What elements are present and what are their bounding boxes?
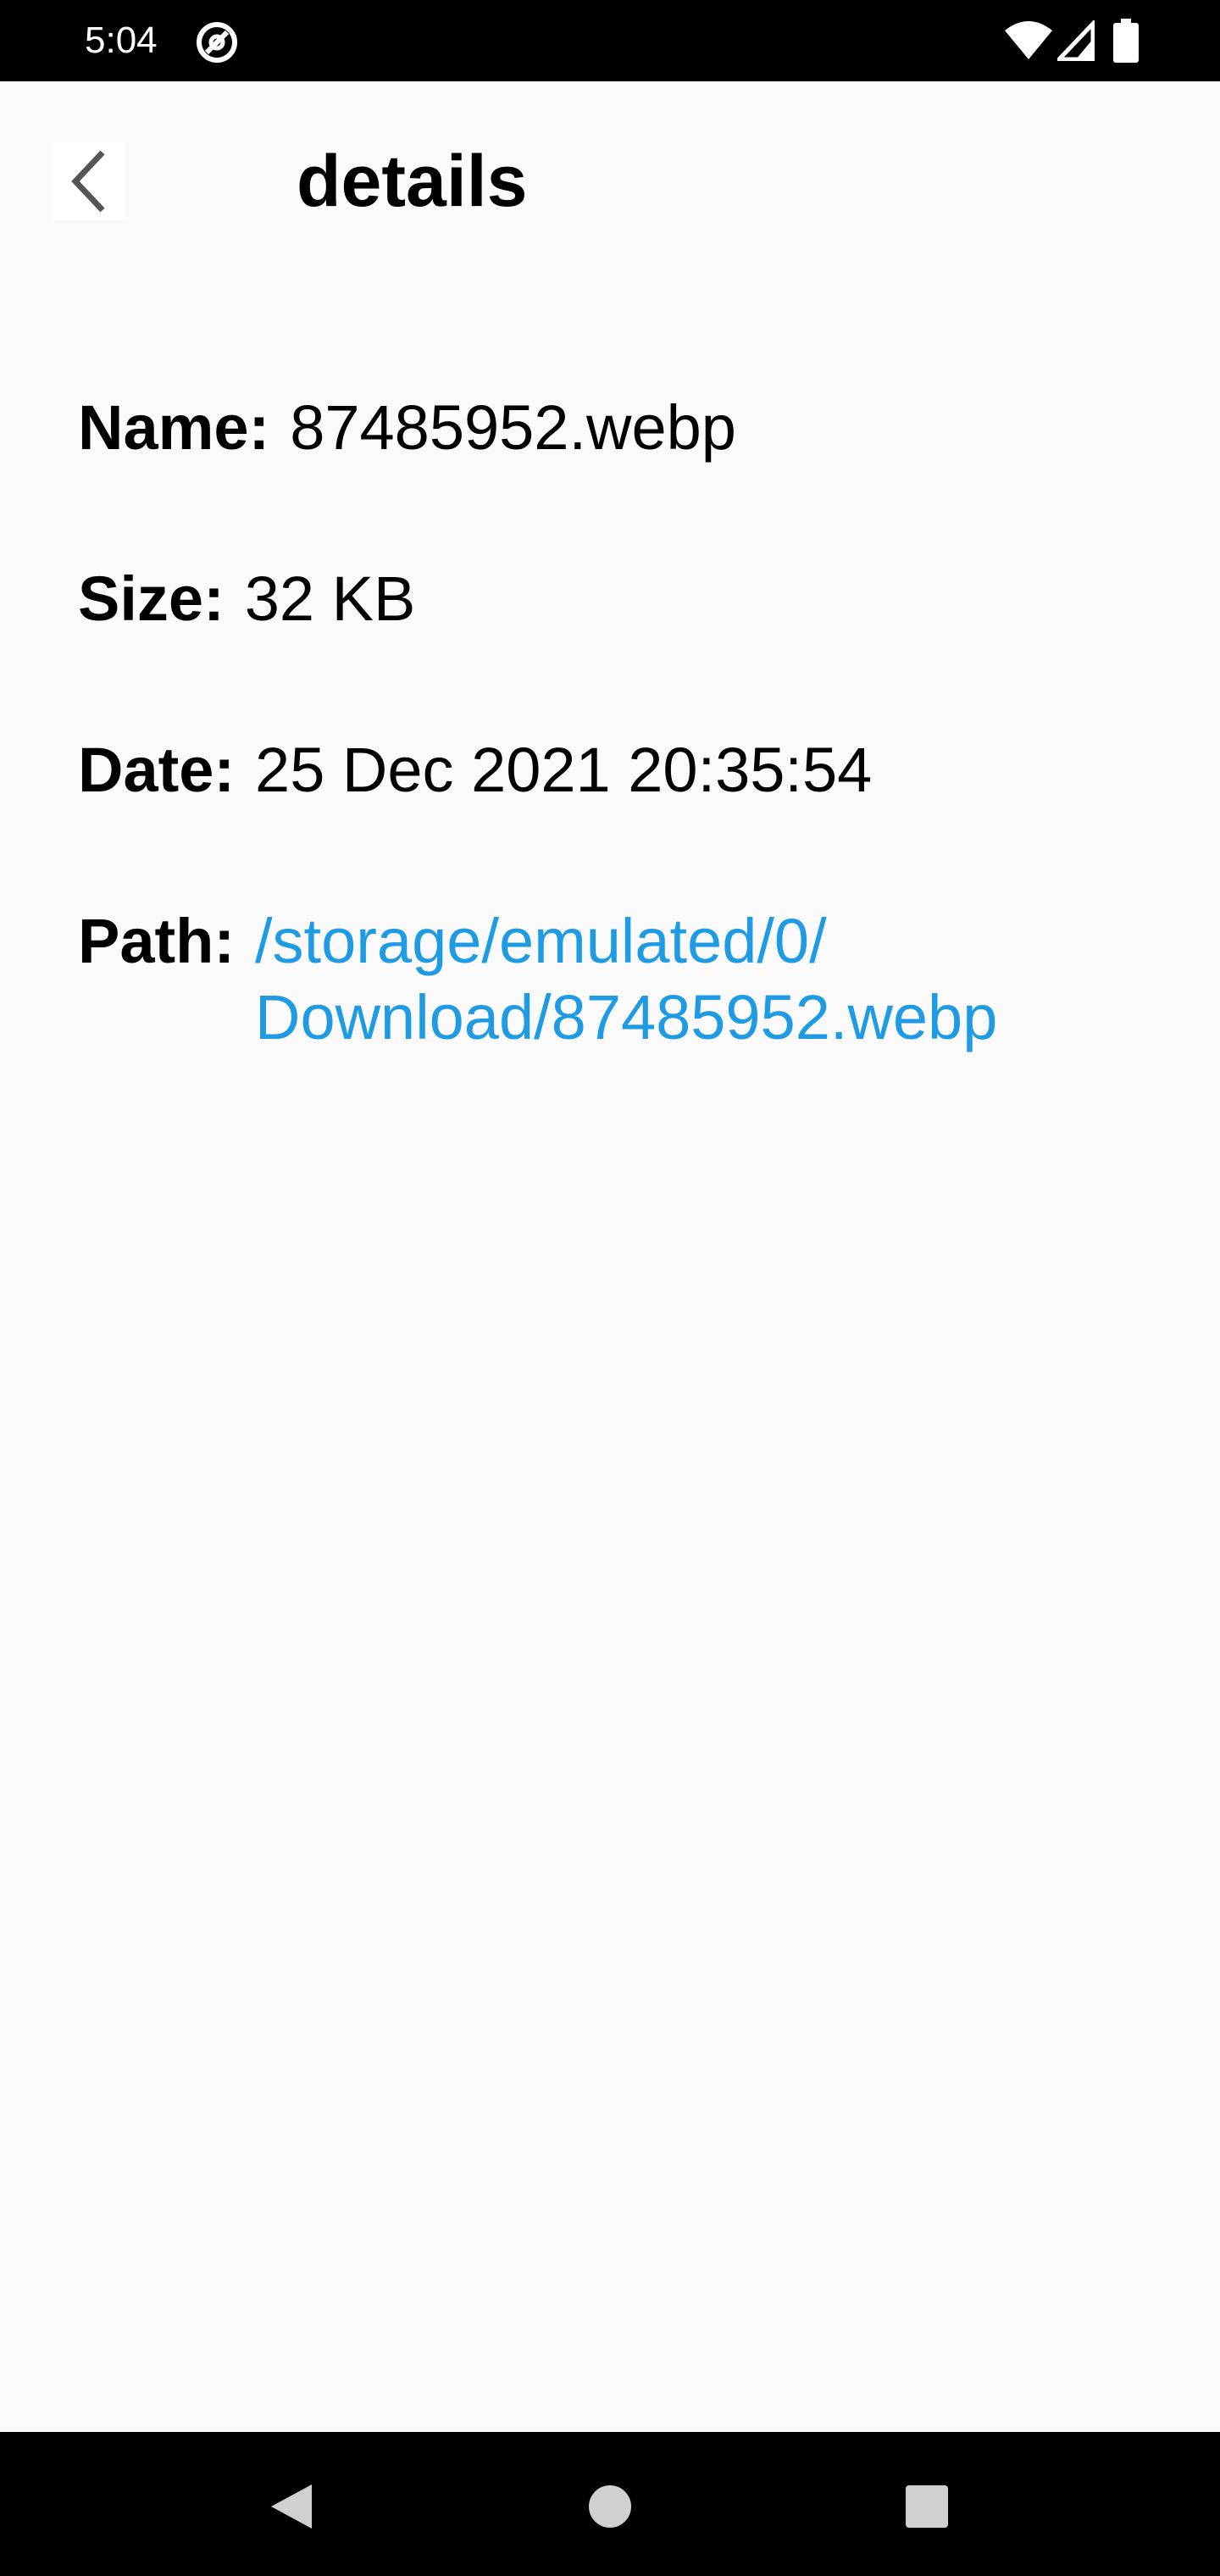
date-label: Date: [78, 735, 236, 805]
nav-back-icon [271, 2484, 312, 2529]
chevron-left-icon [71, 150, 105, 213]
battery-icon [1113, 19, 1139, 63]
path-label: Path: [78, 906, 235, 976]
wifi-icon [1005, 21, 1052, 59]
navigation-bar [0, 2432, 1220, 2576]
size-label: Size: [78, 564, 225, 634]
date-row: Date: 25 Dec 2021 20:35:54 [78, 732, 872, 808]
signal-icon [1057, 20, 1095, 61]
status-bar: 5:04 [0, 0, 1220, 81]
size-row: Size: 32 KB [78, 561, 415, 637]
path-row: Path: /storage/emulated/0/ Download/8748… [78, 903, 997, 1056]
date-value: 25 Dec 2021 20:35:54 [255, 735, 873, 805]
app-bar: details [0, 81, 1220, 278]
nav-home-icon [589, 2485, 631, 2528]
name-row: Name: 87485952.webp [78, 390, 736, 466]
path-link[interactable]: /storage/emulated/0/ Download/87485952.w… [255, 903, 997, 1056]
page-title: details [297, 141, 528, 222]
nav-recents-button[interactable] [895, 2474, 959, 2539]
app-notification-icon [197, 22, 237, 63]
back-button[interactable] [53, 142, 125, 220]
path-line-1: /storage/emulated/0/ [255, 906, 827, 976]
nav-recents-icon [906, 2485, 948, 2528]
path-line-2: Download/87485952.webp [255, 982, 998, 1052]
name-value: 87485952.webp [290, 392, 736, 463]
name-label: Name: [78, 392, 270, 463]
nav-back-button[interactable] [259, 2474, 324, 2539]
size-value: 32 KB [244, 564, 416, 634]
nav-home-button[interactable] [578, 2474, 642, 2539]
status-time: 5:04 [85, 19, 158, 61]
